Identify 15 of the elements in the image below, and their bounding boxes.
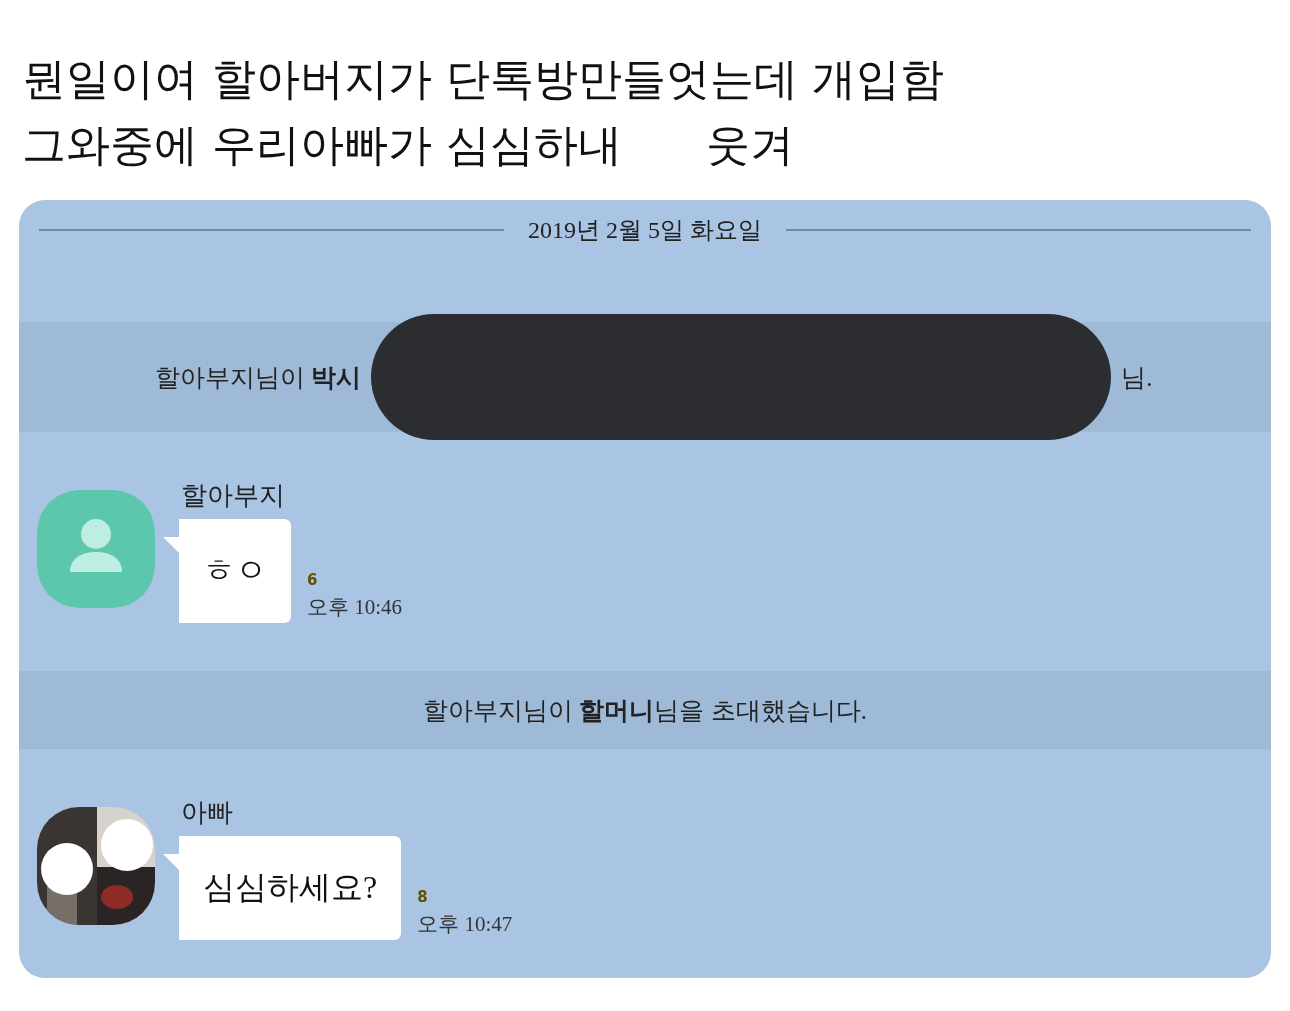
sender-name: 할아부지	[181, 480, 286, 512]
message-bubble: ㅎㅇ	[163, 519, 291, 623]
system-message: 님.	[1121, 362, 1153, 393]
avatar-icon	[37, 490, 155, 608]
unread-count: 8	[417, 888, 429, 906]
sender-name: 아빠	[181, 797, 234, 829]
unread-count: 6	[307, 571, 319, 589]
caption-text: 그와중에 우리아빠가 심심하내 웃겨	[22, 118, 795, 172]
caption-text: 뭔일이여 할아버지가 단톡방만들엇는데 개입함	[22, 52, 945, 106]
message-time: 오후 10:47	[417, 911, 513, 938]
message-time: 오후 10:46	[307, 594, 403, 621]
message-bubble: 심심하세요?	[163, 836, 402, 940]
date-divider: 2019년 2월 5일 화요일	[528, 216, 762, 245]
system-message: 할아부지님이 박시	[155, 362, 362, 393]
system-message: 할아부지님이 할머니님을 초대했습니다.	[423, 695, 867, 726]
